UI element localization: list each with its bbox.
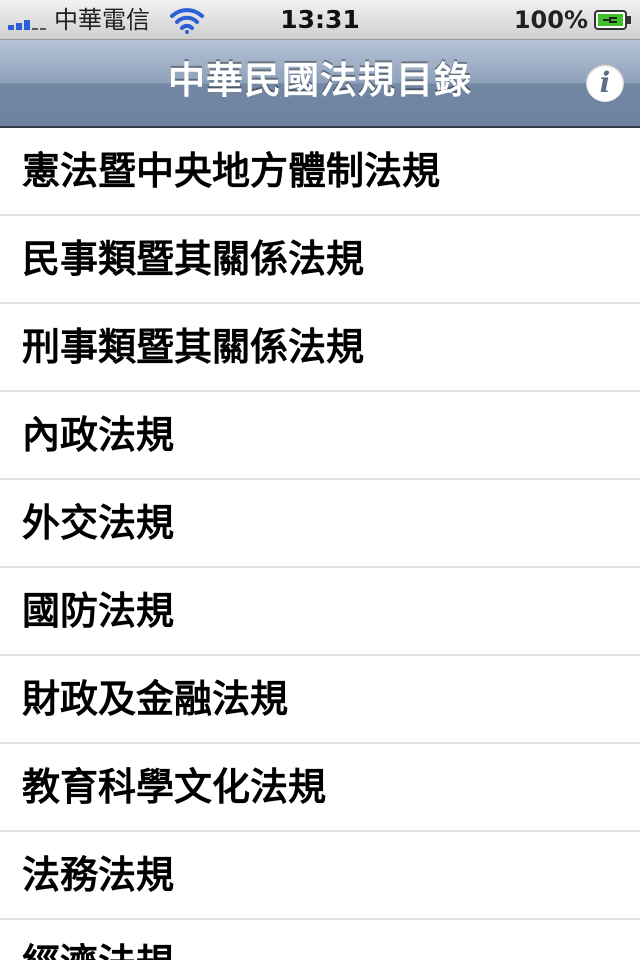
list-item-label: 財政及金融法規 (22, 677, 289, 721)
battery-charging-icon (594, 10, 631, 30)
signal-strength-icon (8, 12, 50, 30)
list-item-label: 法務法規 (22, 853, 175, 897)
list-item[interactable]: 經濟法規 (0, 920, 640, 960)
list-item[interactable]: 國防法規 (0, 568, 640, 656)
list-item[interactable]: 民事類暨其關係法規 (0, 216, 640, 304)
list-item[interactable]: 刑事類暨其關係法規 (0, 304, 640, 392)
list-item[interactable]: 財政及金融法規 (0, 656, 640, 744)
carrier-name: 中華電信 (54, 6, 150, 34)
wifi-icon (170, 8, 204, 34)
list-item-label: 民事類暨其關係法規 (22, 237, 365, 281)
list-item[interactable]: 法務法規 (0, 832, 640, 920)
category-list: 憲法暨中央地方體制法規 民事類暨其關係法規 刑事類暨其關係法規 內政法規 外交法… (0, 128, 640, 960)
list-item[interactable]: 憲法暨中央地方體制法規 (0, 128, 640, 216)
list-item-label: 刑事類暨其關係法規 (22, 325, 365, 369)
list-item-label: 國防法規 (22, 589, 175, 633)
list-item-label: 外交法規 (22, 501, 175, 545)
list-item-label: 經濟法規 (22, 920, 174, 960)
list-item[interactable]: 外交法規 (0, 480, 640, 568)
status-bar: 中華電信 13:31 100% (0, 0, 640, 40)
list-item[interactable]: 教育科學文化法規 (0, 744, 640, 832)
battery-percentage: 100% (513, 6, 588, 34)
list-item-label: 內政法規 (22, 413, 175, 457)
list-item[interactable]: 內政法規 (0, 392, 640, 480)
info-icon: i (599, 66, 611, 99)
list-item-label: 教育科學文化法規 (22, 765, 327, 809)
info-button[interactable]: i (586, 64, 624, 102)
page-title: 中華民國法規目錄 (168, 59, 472, 102)
screen: 中華電信 13:31 100% 中華民國法規目錄 i 憲法暨中央地方體制法規 民… (0, 0, 640, 960)
list-item-label: 憲法暨中央地方體制法規 (22, 149, 441, 193)
navigation-bar: 中華民國法規目錄 i (0, 40, 640, 128)
